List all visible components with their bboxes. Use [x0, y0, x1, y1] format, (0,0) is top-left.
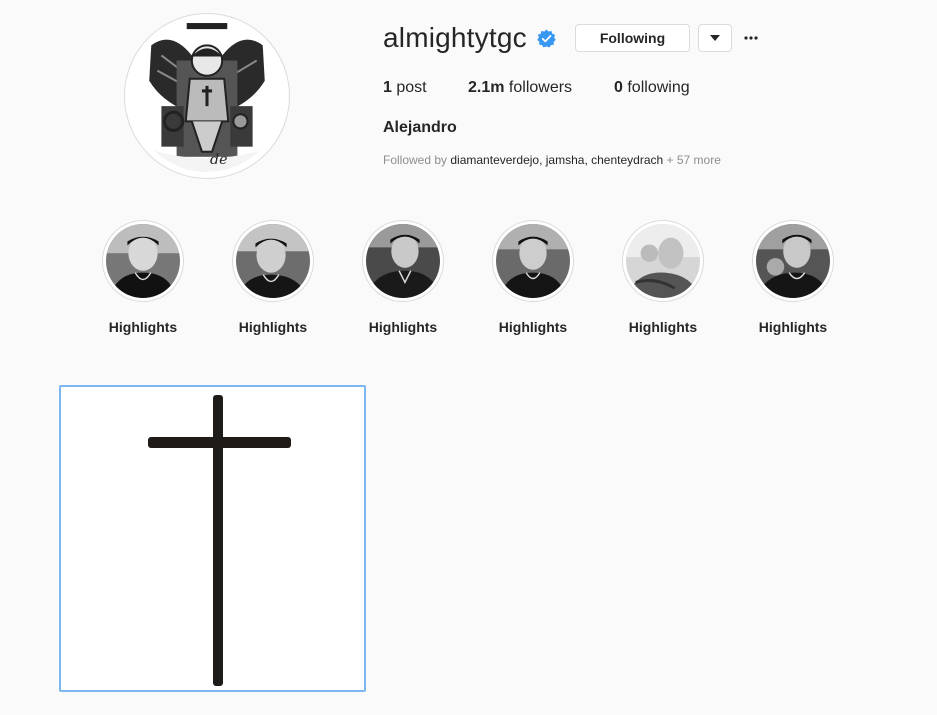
highlight-label: Highlights	[238, 319, 308, 335]
highlight-item[interactable]: Highlights	[613, 220, 713, 335]
highlight-cover	[622, 220, 704, 302]
highlight-cover	[102, 220, 184, 302]
verified-badge-icon	[537, 29, 556, 48]
highlight-item[interactable]: Highlights	[483, 220, 583, 335]
posts-count: 1	[383, 79, 392, 96]
highlight-label: Highlights	[368, 319, 438, 335]
highlight-label: Highlights	[498, 319, 568, 335]
followed-by-more[interactable]: + 57 more	[667, 153, 721, 167]
options-button[interactable]	[741, 24, 761, 52]
highlight-label: Highlights	[108, 319, 178, 335]
cross-image	[61, 387, 364, 690]
highlight-cover	[362, 220, 444, 302]
following-stat[interactable]: 0 following	[614, 78, 690, 98]
highlight-label: Highlights	[758, 319, 828, 335]
profile-avatar[interactable]: de	[124, 13, 290, 179]
highlight-cover	[492, 220, 574, 302]
followed-by-prefix: Followed by	[383, 153, 448, 167]
following-button[interactable]: Following	[575, 24, 690, 52]
highlight-item[interactable]: Highlights	[353, 220, 453, 335]
highlight-item[interactable]: Highlights	[743, 220, 843, 335]
posts-label: post	[396, 79, 427, 96]
followed-by-names[interactable]: diamanteverdejo, jamsha, chenteydrach	[450, 153, 663, 167]
full-name: Alejandro	[383, 119, 457, 136]
following-label: following	[627, 79, 690, 96]
followers-count: 2.1m	[468, 79, 505, 96]
highlight-label: Highlights	[628, 319, 698, 335]
suggestions-dropdown-button[interactable]	[698, 24, 732, 52]
highlight-cover	[232, 220, 314, 302]
post-tile[interactable]	[59, 385, 366, 692]
posts-stat: 1 post	[383, 78, 427, 98]
highlight-cover	[752, 220, 834, 302]
following-count: 0	[614, 79, 623, 96]
followed-by[interactable]: Followed by diamanteverdejo, jamsha, che…	[383, 153, 721, 167]
highlight-item[interactable]: Highlights	[93, 220, 193, 335]
ellipsis-icon	[744, 36, 758, 40]
caret-down-icon	[710, 35, 720, 41]
followers-stat[interactable]: 2.1m followers	[468, 78, 572, 98]
highlight-item[interactable]: Highlights	[223, 220, 323, 335]
svg-text:de: de	[210, 152, 227, 168]
username: almightytgc	[383, 22, 527, 53]
followers-label: followers	[508, 79, 573, 96]
avatar-image: de	[131, 20, 283, 172]
